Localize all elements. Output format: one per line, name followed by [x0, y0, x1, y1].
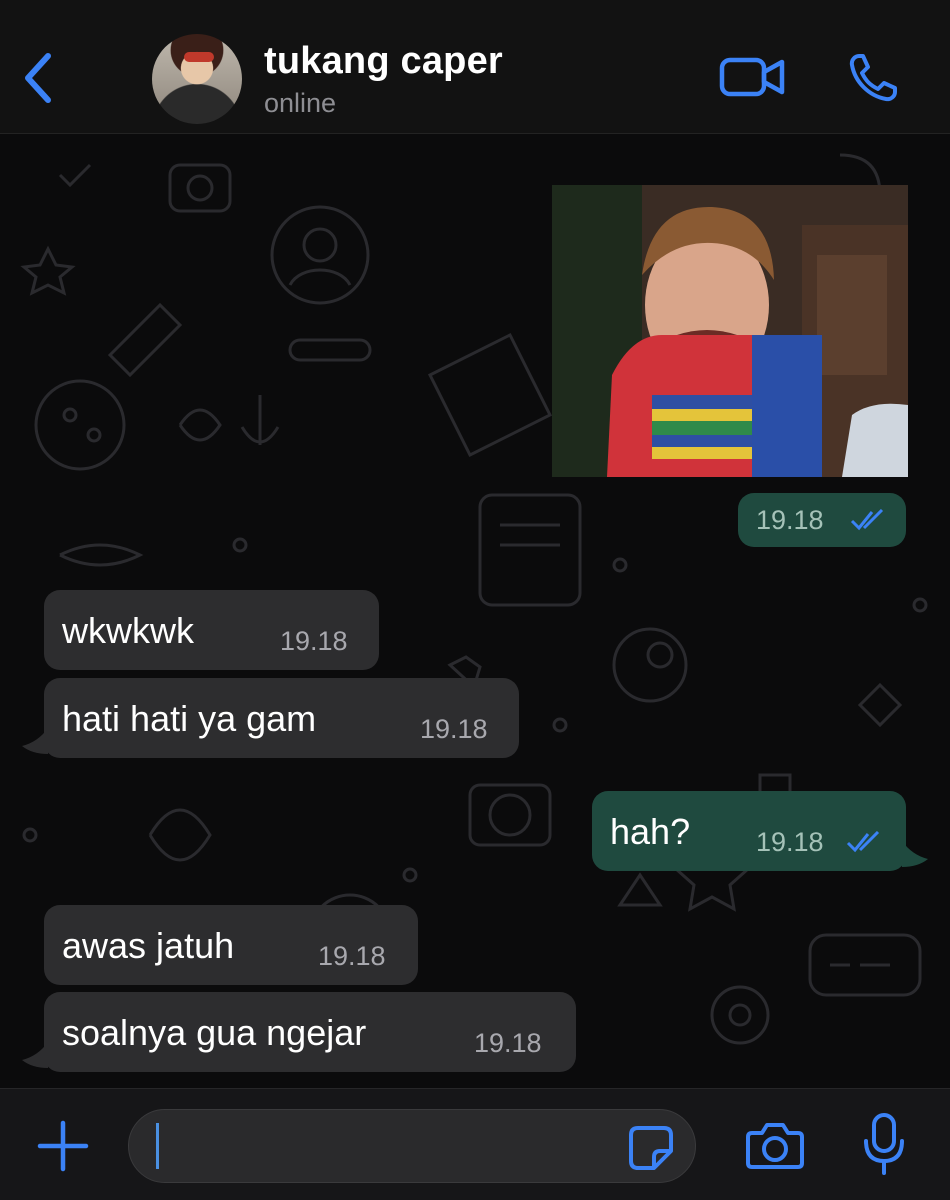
message-text: soalnya gua ngejar — [62, 1012, 367, 1053]
sent-image[interactable] — [552, 185, 908, 477]
double-check-read-icon — [850, 509, 884, 531]
bubble-tail — [22, 1042, 48, 1068]
message-time: 19.18 — [474, 1028, 542, 1058]
chat-header: tukang caper online — [0, 0, 950, 134]
microphone-icon[interactable] — [862, 1113, 906, 1177]
outgoing-message[interactable]: hah? 19.18 — [592, 791, 906, 871]
phone-icon[interactable] — [845, 50, 901, 106]
contact-status: online — [264, 88, 337, 118]
camera-icon[interactable] — [746, 1119, 804, 1171]
incoming-message[interactable]: awas jatuh 19.18 — [44, 905, 418, 985]
bubble-tail — [902, 841, 928, 867]
incoming-message[interactable]: hati hati ya gam 19.18 — [44, 678, 519, 758]
back-chevron-icon[interactable] — [18, 48, 58, 108]
message-time: 19.18 — [756, 827, 824, 857]
message-time: 19.18 — [420, 714, 488, 744]
contact-avatar[interactable] — [152, 34, 242, 124]
message-composer — [0, 1088, 950, 1200]
bubble-tail — [22, 728, 48, 754]
incoming-message[interactable]: wkwkwk 19.18 — [44, 590, 379, 670]
chat-area[interactable]: 19.18 wkwkwk 19.18 hati hati ya gam 19.1… — [0, 135, 950, 1088]
double-check-read-icon — [846, 831, 880, 853]
message-input[interactable] — [128, 1109, 696, 1183]
message-time: 19.18 — [318, 941, 386, 971]
text-caret — [156, 1123, 159, 1169]
image-timestamp-bubble: 19.18 — [738, 493, 906, 547]
message-time: 19.18 — [280, 626, 348, 656]
message-text: hah? — [610, 811, 691, 852]
message-text: wkwkwk — [62, 610, 194, 651]
message-text: hati hati ya gam — [62, 698, 317, 739]
video-camera-icon[interactable] — [718, 52, 788, 102]
incoming-message[interactable]: soalnya gua ngejar 19.18 — [44, 992, 576, 1072]
message-text: awas jatuh — [62, 925, 235, 966]
plus-icon[interactable] — [36, 1119, 90, 1173]
contact-name[interactable]: tukang caper — [264, 40, 503, 83]
message-time: 19.18 — [756, 505, 824, 535]
sticker-icon[interactable] — [628, 1125, 674, 1171]
image-content — [552, 185, 908, 477]
